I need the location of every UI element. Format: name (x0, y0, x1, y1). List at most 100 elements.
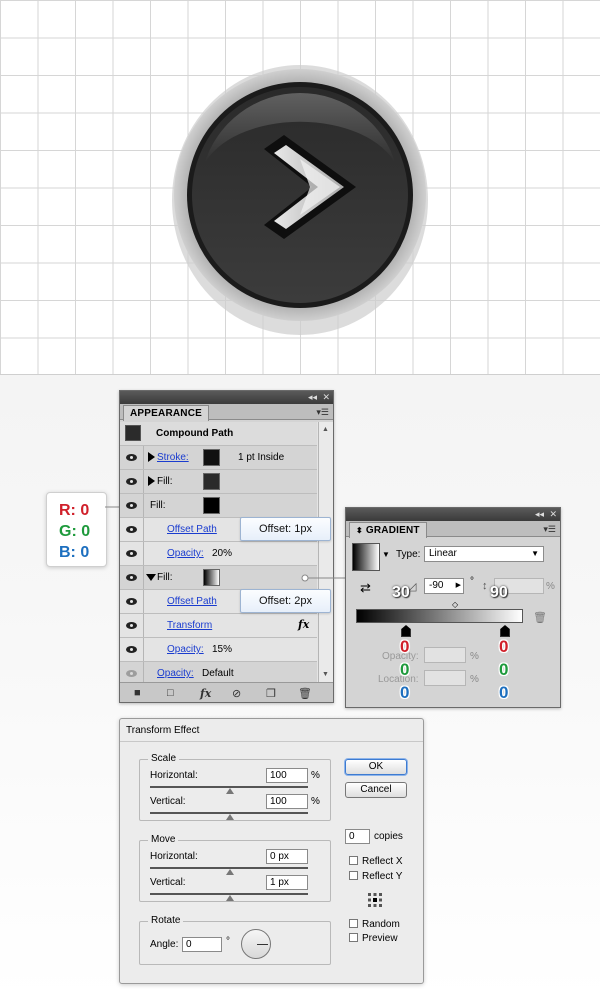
scale-h-thumb[interactable] (226, 788, 234, 794)
scrollbar[interactable]: ▲ ▼ (318, 422, 333, 682)
collapse-icon[interactable]: ◂◂ (308, 392, 317, 403)
object-row[interactable]: Compound Path (120, 422, 317, 446)
object-thumbnail (125, 425, 141, 441)
transform-link[interactable]: Transform (167, 620, 212, 631)
visibility-eye-icon[interactable] (120, 470, 144, 493)
move-title: Move (148, 834, 179, 845)
trash-icon[interactable]: 🗑 (298, 687, 312, 700)
random-checkbox[interactable] (349, 919, 358, 928)
gradient-slider[interactable] (356, 609, 523, 623)
location-unit: % (470, 674, 479, 685)
add-stroke-icon[interactable]: ■ (134, 687, 141, 699)
stop-right-g: 0 (499, 660, 509, 679)
add-effect-icon[interactable]: fx (200, 687, 211, 700)
fill-row-1[interactable]: Fill: (120, 470, 317, 494)
gradient-stop-right[interactable] (500, 625, 510, 637)
angle-input[interactable]: 0 (182, 937, 222, 952)
angle-field[interactable]: -90 ▶ (424, 578, 464, 594)
delete-stop-icon[interactable]: 🗑 (533, 611, 547, 624)
clear-appearance-icon[interactable]: ⊘ (232, 687, 241, 700)
type-select[interactable]: Linear ▼ (424, 546, 544, 562)
opacity-field[interactable] (424, 647, 466, 663)
collapse-arrow-icon[interactable] (146, 574, 156, 581)
scale-h-input[interactable]: 100 (266, 768, 308, 783)
fill-swatch-1[interactable] (203, 473, 220, 490)
scroll-down-icon[interactable]: ▼ (322, 671, 329, 678)
duplicate-item-icon[interactable]: ❐ (266, 687, 276, 700)
offset-path-link[interactable]: Offset Path (167, 524, 217, 535)
panel-menu-icon[interactable]: ▾☰ (316, 407, 329, 418)
fill-swatch-2[interactable] (203, 497, 220, 514)
reverse-gradient-icon[interactable]: ⇄ (360, 580, 371, 596)
fill-label: Fill: (150, 500, 166, 511)
close-icon[interactable]: ✕ (549, 509, 557, 520)
stroke-row[interactable]: Stroke: 1 pt Inside (120, 446, 317, 470)
location-field[interactable] (424, 670, 466, 686)
chevron-down-icon: ▼ (531, 549, 539, 558)
opacity-link[interactable]: Opacity: (167, 644, 204, 655)
move-v-input[interactable]: 1 px (266, 875, 308, 890)
expand-arrow-icon[interactable] (148, 452, 155, 462)
appearance-titlebar[interactable]: ◂◂ ✕ (120, 391, 333, 404)
close-icon[interactable]: ✕ (322, 392, 330, 403)
move-h-input[interactable]: 0 px (266, 849, 308, 864)
reflect-x-label: Reflect X (362, 856, 403, 867)
collapse-icon[interactable]: ◂◂ (535, 509, 544, 520)
copies-input[interactable]: 0 (345, 829, 370, 844)
opacity-row-1[interactable]: Opacity: 20% (120, 542, 317, 566)
gradient-titlebar[interactable]: ◂◂ ✕ (346, 508, 560, 521)
fill-row-2[interactable]: Fill: (120, 494, 317, 518)
visibility-eye-icon[interactable] (120, 566, 144, 589)
visibility-eye-icon[interactable] (120, 614, 144, 637)
offset-1px-callout: Offset: 1px (240, 517, 331, 541)
visibility-eye-icon[interactable] (120, 662, 144, 682)
opacity-link[interactable]: Opacity: (157, 668, 194, 679)
reference-point-icon[interactable] (367, 892, 383, 908)
fill-swatch-gradient[interactable] (203, 569, 220, 586)
gradient-stop-left[interactable] (401, 625, 411, 637)
visibility-eye-icon[interactable] (120, 542, 144, 565)
visibility-eye-icon[interactable] (120, 638, 144, 661)
preview-checkbox[interactable] (349, 933, 358, 942)
rotate-group: Rotate Angle: 0 ° (139, 915, 331, 965)
opacity-row-object[interactable]: Opacity: Default (120, 662, 317, 682)
stroke-swatch[interactable] (203, 449, 220, 466)
tab-gradient[interactable]: ⬍ GRADIENT (349, 522, 427, 538)
tab-appearance[interactable]: APPEARANCE (123, 405, 210, 421)
opacity-row-2[interactable]: Opacity: 15% (120, 638, 317, 662)
appearance-toolbar: ■ □ fx ⊘ ❐ 🗑 (120, 682, 333, 702)
scroll-up-icon[interactable]: ▲ (322, 426, 329, 433)
visibility-eye-icon[interactable] (120, 590, 144, 613)
visibility-eye-icon[interactable] (120, 518, 144, 541)
stroke-label[interactable]: Stroke: (157, 452, 189, 463)
move-group: Move Horizontal: 0 px Vertical: 1 px (139, 834, 331, 902)
angle-arrow-icon[interactable]: ▶ (456, 579, 461, 593)
transform-row[interactable]: Transform fx (120, 614, 317, 638)
panel-menu-icon[interactable]: ▾☰ (543, 524, 556, 535)
offset-2px-callout: Offset: 2px (240, 589, 331, 613)
cancel-button[interactable]: Cancel (345, 782, 407, 798)
scale-v-unit: % (311, 796, 320, 807)
angle-dial[interactable] (241, 929, 271, 959)
fill-row-3[interactable]: Fill: (120, 566, 317, 590)
title-divider (120, 741, 423, 742)
opacity-unit: % (470, 651, 479, 662)
scale-v-input[interactable]: 100 (266, 794, 308, 809)
move-h-thumb[interactable] (226, 869, 234, 875)
stop-right-r: 0 (499, 637, 509, 656)
scale-v-thumb[interactable] (226, 814, 234, 820)
move-v-thumb[interactable] (226, 895, 234, 901)
offset-path-link[interactable]: Offset Path (167, 596, 217, 607)
opacity-link[interactable]: Opacity: (167, 548, 204, 559)
reflect-x-checkbox[interactable] (349, 856, 358, 865)
fill-label: Fill: (157, 476, 173, 487)
thumbnail-dropdown-icon[interactable]: ▼ (382, 550, 390, 559)
ok-button[interactable]: OK (345, 759, 407, 775)
expand-arrow-icon[interactable] (148, 476, 155, 486)
add-fill-icon[interactable]: □ (167, 687, 174, 699)
reflect-y-checkbox[interactable] (349, 871, 358, 880)
visibility-eye-icon[interactable] (120, 446, 144, 469)
gradient-thumbnail[interactable] (352, 543, 380, 571)
visibility-eye-icon[interactable] (120, 494, 144, 517)
midpoint-diamond-icon[interactable]: ◇ (452, 600, 458, 609)
